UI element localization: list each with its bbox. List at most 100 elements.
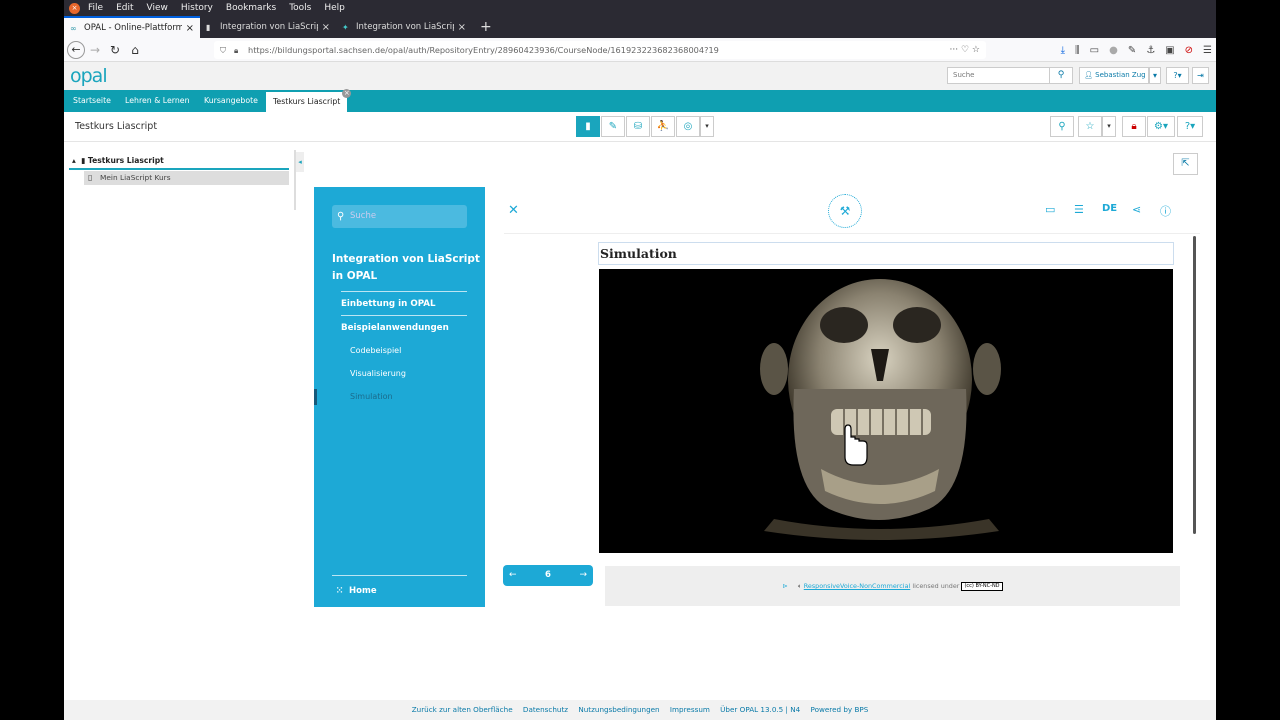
footer-link-bps[interactable]: Powered by BPS	[811, 705, 869, 714]
home-icon[interactable]: ⌂	[125, 43, 145, 57]
browser-tab-opal[interactable]: ∞ OPAL - Online-Plattform für A ×	[64, 16, 200, 38]
language-button[interactable]: DE	[1102, 203, 1117, 214]
sidebar-icon[interactable]: ▭	[1090, 45, 1099, 56]
back-icon[interactable]: ←	[67, 40, 85, 59]
help-icon[interactable]: ?▾	[1177, 116, 1203, 137]
user-name: Sebastian Zug	[1095, 71, 1146, 79]
course-toolbar: Testkurs Liascript ▮ ✎ ⛁ ⛹ ◎ ▾ ⚲ ☆ ▾ 🔒︎ …	[64, 112, 1216, 142]
chat-icon[interactable]: ▭	[1045, 203, 1055, 216]
nav-startseite[interactable]: Startseite	[73, 90, 111, 112]
logout-icon[interactable]: ⇥	[1192, 67, 1209, 84]
star-icon[interactable]: ☆	[1078, 116, 1102, 137]
footer-link-nutzungsbedingungen[interactable]: Nutzungsbedingungen	[578, 705, 659, 714]
book-icon[interactable]: ▮	[576, 116, 600, 137]
responsivevoice-link[interactable]: ResponsiveVoice-NonCommercial	[804, 582, 911, 590]
next-arrow-icon[interactable]: →	[579, 565, 587, 586]
edit-icon[interactable]: ✎	[601, 116, 625, 137]
extension-icon-5[interactable]: ⊘	[1185, 45, 1193, 56]
menu-bookmarks[interactable]: Bookmarks	[226, 3, 276, 13]
url-bar[interactable]: ⛉ 🔒︎ https://bildungsportal.sachsen.de/o…	[214, 41, 986, 59]
lia-sub-codebeispiel[interactable]: Codebeispiel	[350, 346, 401, 355]
tree-item[interactable]: ▯ Mein LiaScript Kurs	[84, 171, 289, 185]
nav-kursangebote[interactable]: Kursangebote	[204, 90, 258, 112]
nav-tab-testkurs[interactable]: Testkurs Liascript ×	[266, 89, 352, 112]
footer-link-impressum[interactable]: Impressum	[670, 705, 710, 714]
search-icon[interactable]: ⚲	[1050, 116, 1074, 137]
opal-footer: Zurück zur alten Oberfläche Datenschutz …	[64, 700, 1216, 720]
page-actions-icon[interactable]: ··· ♡ ☆	[950, 41, 980, 59]
new-tab-icon[interactable]: +	[472, 16, 500, 38]
chevron-down-icon[interactable]: ▾	[1102, 116, 1116, 137]
close-tab-icon[interactable]: ×	[458, 22, 466, 33]
scrollbar[interactable]	[1193, 236, 1196, 534]
settings-sliders-icon[interactable]: ☰	[1074, 203, 1084, 216]
play-icon[interactable]: ⊳	[782, 582, 787, 590]
share-icon[interactable]: ⋖	[1132, 203, 1141, 216]
menu-file[interactable]: File	[88, 3, 103, 13]
menu-icon[interactable]: ☰	[1203, 45, 1212, 56]
lia-nav-einbettung[interactable]: Einbettung in OPAL	[341, 291, 467, 315]
close-icon[interactable]: ✕	[508, 203, 519, 218]
lia-search-placeholder: Suche	[350, 211, 377, 221]
reload-icon[interactable]: ↻	[105, 43, 125, 57]
close-tab-icon[interactable]: ×	[322, 22, 330, 33]
download-icon[interactable]: ⤓	[1061, 45, 1065, 56]
browser-tab-title: Integration von LiaScript in O	[356, 22, 454, 32]
previous-arrow-icon[interactable]: ←	[509, 565, 517, 586]
lock-icon[interactable]: 🔒︎	[1122, 116, 1146, 137]
nav-lehren-lernen[interactable]: Lehren & Lernen	[125, 90, 190, 112]
simulation-viewer[interactable]	[599, 269, 1173, 553]
footer-link-datenschutz[interactable]: Datenschutz	[523, 705, 568, 714]
menu-view[interactable]: View	[147, 3, 168, 13]
lia-content: Simulation	[598, 242, 1174, 554]
target-icon[interactable]: ◎	[676, 116, 700, 137]
menu-edit[interactable]: Edit	[116, 3, 133, 13]
section-title: Simulation	[598, 242, 1174, 265]
footer-link-about[interactable]: Über OPAL 13.0.5 | N4	[720, 705, 800, 714]
extension-icon-3[interactable]: ⚓	[1146, 45, 1155, 56]
users-icon[interactable]: ⛹	[651, 116, 675, 137]
browser-tab-liascript-2[interactable]: ✦ Integration von LiaScript in O ×	[336, 16, 472, 38]
skull-rendering[interactable]	[599, 269, 1173, 553]
lia-search-input[interactable]: ⚲ Suche	[332, 205, 467, 228]
settings-icon[interactable]: ⚙▾	[1147, 116, 1175, 137]
database-icon[interactable]: ⛁	[626, 116, 650, 137]
browser-tab-liascript-1[interactable]: ▮ Integration von LiaScript in O ×	[200, 16, 336, 38]
lia-sub-simulation[interactable]: Simulation	[350, 392, 393, 401]
external-link-icon[interactable]: ⇱	[1173, 153, 1198, 175]
tree-root[interactable]: ▴ ▮ Testkurs Liascript	[72, 156, 164, 165]
firefox-close-icon[interactable]: ×	[69, 2, 80, 14]
lia-course-title[interactable]: Integration von LiaScript in OPAL	[332, 251, 482, 285]
lia-home-link[interactable]: ⁙ Home	[336, 586, 377, 596]
lia-sub-visualisierung[interactable]: Visualisierung	[350, 369, 406, 378]
opal-search-input[interactable]: Suche	[947, 67, 1050, 84]
menu-help[interactable]: Help	[324, 3, 345, 13]
browser-tabbar: ∞ OPAL - Online-Plattform für A × ▮ Inte…	[64, 16, 1216, 38]
close-icon[interactable]: ×	[342, 89, 352, 98]
user-button[interactable]: 👤︎ Sebastian Zug	[1079, 67, 1149, 84]
nav-tab-label: Testkurs Liascript	[273, 97, 341, 106]
collapse-icon[interactable]: ◂	[296, 152, 304, 172]
user-dropdown-icon[interactable]: ▾	[1149, 67, 1161, 84]
menu-tools[interactable]: Tools	[289, 3, 311, 13]
lia-nav-beispielanwendungen[interactable]: Beispielanwendungen	[341, 315, 467, 339]
extension-icon[interactable]: ●	[1109, 45, 1118, 56]
help-icon[interactable]: ?▾	[1166, 67, 1189, 84]
forward-icon[interactable]: →	[85, 43, 105, 57]
browser-tab-title: OPAL - Online-Plattform für A	[84, 23, 182, 33]
opal-logo[interactable]: opal	[70, 65, 108, 87]
lock-icon: 🔒︎	[234, 45, 239, 55]
search-icon[interactable]: ⚲	[1049, 67, 1073, 84]
footer-link-old-ui[interactable]: Zurück zur alten Oberfläche	[412, 705, 513, 714]
file-icon: ▯	[88, 173, 93, 182]
extension-icon-4[interactable]: ▣	[1165, 45, 1174, 56]
divider	[332, 575, 467, 576]
chevron-down-icon[interactable]: ▾	[700, 116, 714, 137]
info-icon[interactable]: ⓘ	[1160, 203, 1171, 219]
search-icon: ⚲	[337, 211, 345, 222]
extension-icon-2[interactable]: ✎	[1128, 45, 1136, 56]
library-icon[interactable]: ⫼	[1075, 45, 1080, 56]
menu-history[interactable]: History	[181, 3, 213, 13]
close-tab-icon[interactable]: ×	[186, 23, 194, 34]
cc-license-badge[interactable]: (cc) BY-NC-ND	[961, 581, 1003, 591]
